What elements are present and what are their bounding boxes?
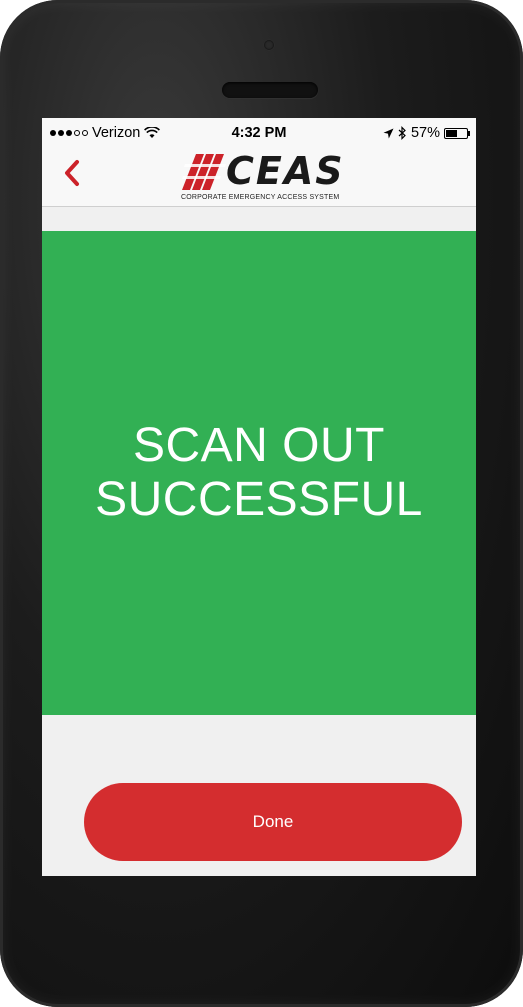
ceas-logo: CEAS CORPORATE EMERGENCY ACCESS SYSTEM (181, 149, 372, 202)
battery-icon (444, 127, 470, 139)
logo-stripes-icon (182, 154, 226, 190)
logo-subtitle: CORPORATE EMERGENCY ACCESS SYSTEM (181, 194, 340, 201)
earpiece-speaker (222, 82, 318, 98)
chevron-left-icon (65, 160, 79, 186)
front-camera (264, 40, 274, 50)
carrier-name: Verizon (92, 125, 141, 141)
result-title-line2: SUCCESSFUL (95, 473, 423, 526)
status-right: 57% (383, 125, 470, 141)
nav-bar: CEAS CORPORATE EMERGENCY ACCESS SYSTEM (42, 148, 476, 207)
status-left: Verizon (50, 125, 161, 141)
wifi-icon (144, 127, 161, 138)
status-bar: Verizon 4:32 PM 57% (42, 118, 476, 148)
battery-percent: 57% (410, 125, 440, 141)
location-arrow-icon (383, 128, 394, 138)
scan-result-panel: SCAN OUT SUCCESSFUL (42, 231, 476, 715)
status-time: 4:32 PM (231, 125, 287, 141)
battery-fill (446, 129, 458, 137)
done-button[interactable]: Done (84, 783, 462, 861)
phone-device: Verizon 4:32 PM 57% CEAS CORPORATE EMERG… (0, 0, 523, 1007)
signal-strength-icon (50, 130, 88, 136)
back-button[interactable] (62, 158, 92, 194)
logo-text: CEAS (226, 149, 345, 193)
result-title-line1: SCAN OUT (132, 419, 385, 472)
app-screen: Verizon 4:32 PM 57% CEAS CORPORATE EMERG… (42, 118, 476, 876)
bluetooth-icon (398, 126, 406, 140)
